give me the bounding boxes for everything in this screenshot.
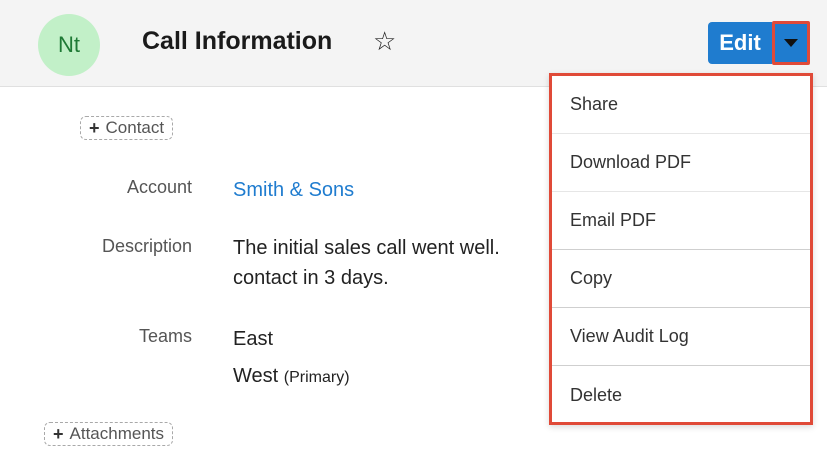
add-contact-label: Contact	[105, 118, 165, 137]
menu-item-share[interactable]: Share	[552, 76, 810, 134]
edit-button[interactable]: Edit	[708, 22, 772, 64]
menu-item-copy[interactable]: Copy	[552, 250, 810, 308]
team-east: East	[233, 328, 274, 350]
team-west: West (Primary)	[233, 365, 350, 388]
caret-down-icon	[784, 39, 798, 47]
avatar: Nt	[38, 14, 100, 76]
teams-label: Teams	[138, 326, 192, 346]
add-attachments-label: Attachments	[69, 424, 165, 443]
actions-dropdown-button[interactable]	[772, 21, 810, 65]
add-contact-button[interactable]: + Contact	[80, 116, 174, 140]
description-label: Description	[101, 236, 192, 256]
menu-item-view-audit-log[interactable]: View Audit Log	[552, 308, 810, 366]
plus-icon: +	[53, 423, 64, 444]
description-line-1: The initial sales call went well.	[233, 237, 500, 259]
menu-item-download-pdf[interactable]: Download PDF	[552, 134, 810, 192]
account-link[interactable]: Smith & Sons	[233, 179, 354, 202]
menu-item-delete[interactable]: Delete	[552, 366, 810, 424]
team-west-name: West	[233, 365, 279, 387]
star-icon[interactable]: ☆	[373, 26, 396, 57]
description-line-2: contact in 3 days.	[233, 267, 389, 289]
actions-dropdown-menu: Share Download PDF Email PDF Copy View A…	[549, 73, 813, 425]
add-attachments-button[interactable]: + Attachments	[44, 422, 174, 446]
plus-icon: +	[89, 117, 100, 138]
menu-item-email-pdf[interactable]: Email PDF	[552, 192, 810, 250]
page-title: Call Information	[142, 27, 333, 55]
account-label: Account	[126, 177, 192, 197]
primary-tag: (Primary)	[283, 369, 350, 386]
